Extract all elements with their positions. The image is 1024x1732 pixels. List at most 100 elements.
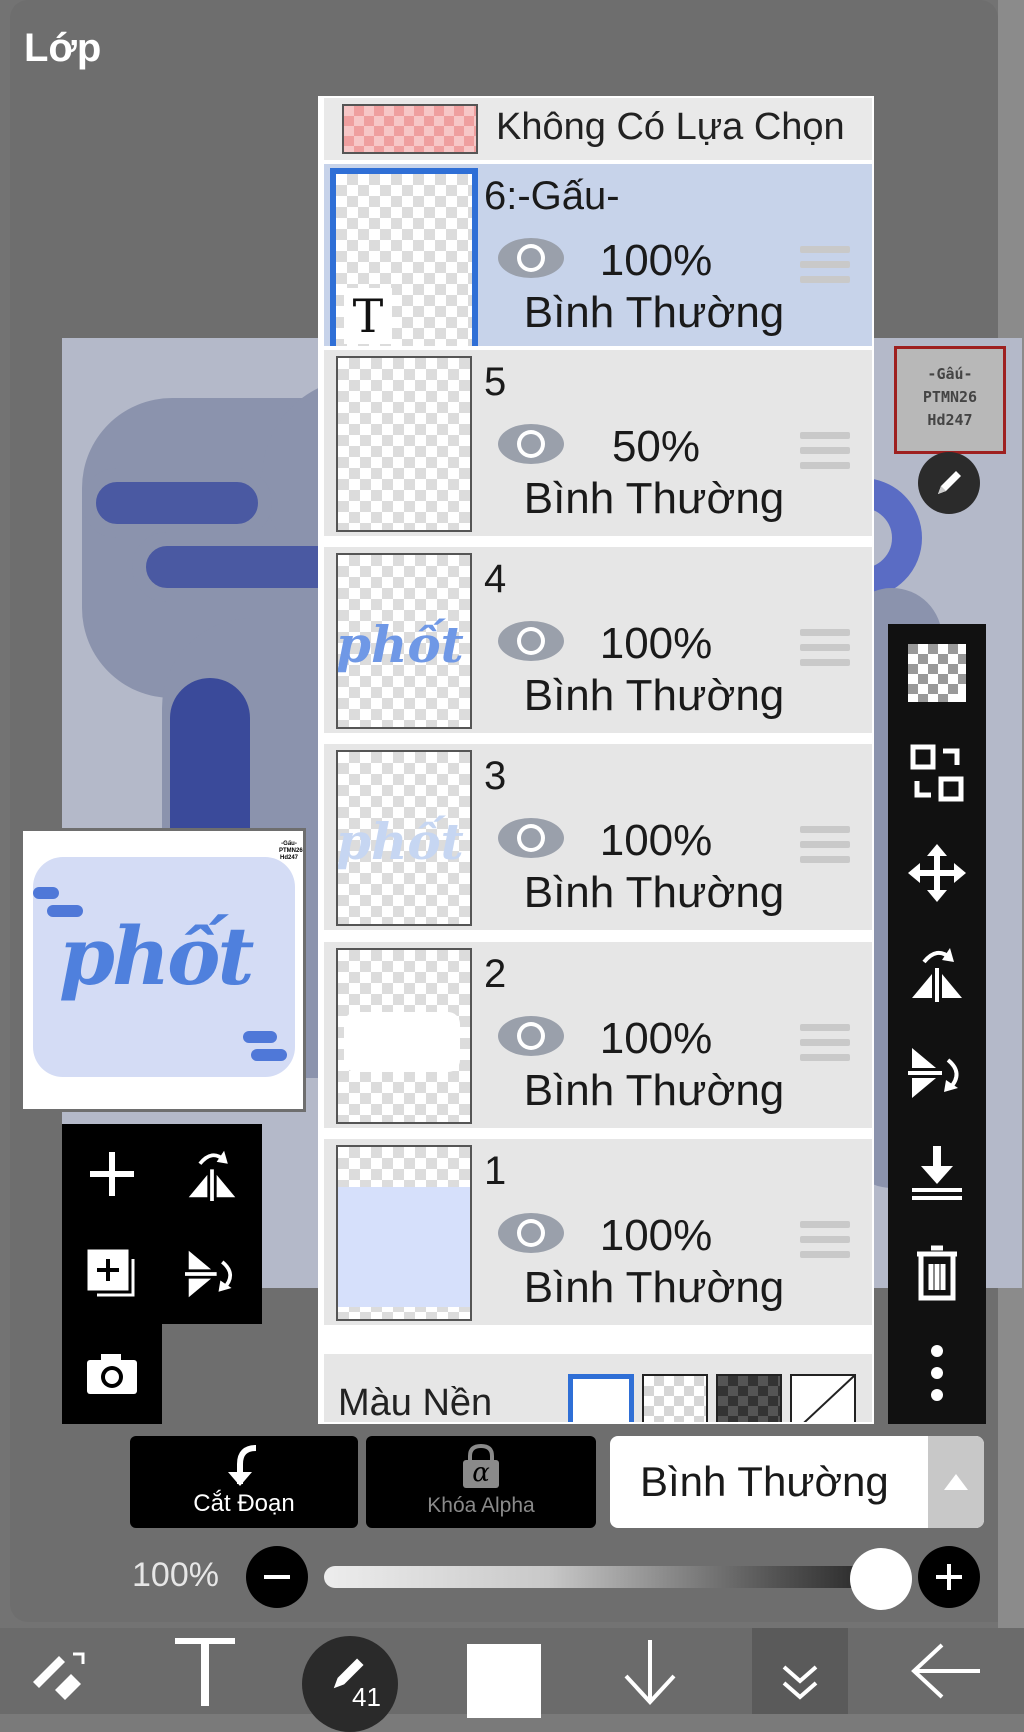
visibility-eye-icon[interactable] [496,1014,566,1058]
text-tool-icon [175,1638,235,1706]
layer-opacity: 100% [599,1211,713,1260]
layer-name: 1 [484,1149,507,1193]
background-white-swatch[interactable] [568,1374,634,1422]
background-none-swatch[interactable] [790,1374,856,1422]
watermark-stamp: -Gấu- PTMN26 Hd247 [894,346,1006,454]
more-vertical-icon [931,1345,943,1401]
canvas-preview[interactable]: phốt -Gấu- PTMN26 Hd247 [20,828,306,1112]
flip-vertical-icon [185,1250,233,1298]
selection-layer-row[interactable]: Không Có Lựa Chọn [324,98,872,160]
panel-title: Lớp [24,26,102,70]
bottom-app-bar: 41 [0,1628,1024,1732]
move-layer-button[interactable] [902,838,972,908]
background-transparent-swatch[interactable] [642,1374,708,1422]
layer-blend-mode: Bình Thường [523,671,785,720]
brush-eraser-icon [33,1652,85,1700]
alpha-symbol: α [472,1458,490,1488]
layer-blend-mode: Bình Thường [523,1066,785,1115]
layer-row[interactable]: T 6:-Gấu- 100% Bình Thường [324,160,872,354]
flip-canvas-horizontal-button[interactable] [172,1134,252,1214]
layer-thumbnail [336,356,472,532]
drag-handle-icon[interactable] [800,629,850,669]
flip-horizontal-icon [912,948,962,1002]
more-options-button[interactable] [902,1338,972,1408]
delete-layer-button[interactable] [902,1238,972,1308]
opacity-label: 100% [132,1556,219,1594]
flip-vertical-button[interactable] [902,1038,972,1108]
layer-down-button[interactable] [600,1628,700,1714]
preview-watermark: -Gấu- PTMN26 Hd247 [279,841,303,861]
edit-pen-button[interactable] [918,452,980,514]
layer-opacity: 50% [611,422,701,471]
clipping-button[interactable]: Cắt Đoạn [130,1436,358,1528]
artwork-dash [82,468,272,538]
drag-handle-icon[interactable] [800,246,850,286]
layer-menu-button[interactable] [752,1628,848,1714]
layer-blend-mode: Bình Thường [523,868,785,917]
opacity-slider-handle[interactable] [850,1548,912,1610]
arrow-left-icon [911,1643,980,1699]
layer-thumbnail [336,1145,472,1321]
stamp-line: PTMN26 [922,388,978,406]
visibility-eye-icon[interactable] [496,422,566,466]
layer-thumbnail [336,948,472,1124]
flip-canvas-vertical-button[interactable] [172,1234,252,1314]
layer-name: 3 [484,754,507,798]
camera-button[interactable] [72,1334,152,1414]
layer-row[interactable]: phốt 4 100% Bình Thường [324,543,872,733]
layer-row[interactable]: 1 100% Bình Thường [324,1135,872,1325]
camera-icon [87,1354,137,1394]
drag-handle-icon[interactable] [800,1024,850,1064]
background-label: Màu Nền [338,1382,493,1424]
preview-dash [243,1031,277,1043]
thumbnail-cloud-shape [344,1012,460,1072]
visibility-eye-icon[interactable] [496,816,566,860]
swap-layer-button[interactable] [902,738,972,808]
thumbnail-artwork-text: phốt [336,615,464,674]
layer-row[interactable]: 2 100% Bình Thường [324,938,872,1128]
layer-opacity: 100% [599,1014,713,1063]
opacity-slider[interactable] [324,1566,884,1588]
layer-name: 4 [484,557,507,601]
visibility-eye-icon[interactable] [496,236,566,280]
tool-switch-button[interactable] [10,1628,110,1714]
blend-mode-select[interactable]: Bình Thường [610,1436,984,1528]
drag-handle-icon[interactable] [800,432,850,472]
drag-handle-icon[interactable] [800,1221,850,1261]
text-tool-button[interactable] [150,1628,260,1714]
transparency-button[interactable] [902,638,972,708]
visibility-eye-icon[interactable] [496,1211,566,1255]
trash-icon [917,1245,957,1301]
stamp-line: Hd247 [927,411,973,429]
add-layer-special-button[interactable] [72,1234,152,1314]
opacity-decrease-button[interactable] [246,1546,308,1608]
layer-blend-mode: Bình Thường [523,1263,785,1312]
flip-horizontal-button[interactable] [902,938,972,1008]
layer-blend-mode: Bình Thường [523,288,785,337]
layer-row[interactable]: phốt 3 100% Bình Thường [324,740,872,930]
color-button[interactable] [454,1628,554,1718]
layer-row[interactable]: 5 50% Bình Thường [324,346,872,536]
plus-icon [936,1564,962,1590]
clipping-label: Cắt Đoạn [193,1490,295,1517]
drag-handle-icon[interactable] [800,826,850,866]
back-button[interactable] [890,1628,1000,1714]
layer-thumbnail: phốt [336,750,472,926]
merge-down-icon [912,1146,962,1200]
background-dark-swatch[interactable] [716,1374,782,1422]
app-root: Lớp -Gấu- PTMN26 Hd247 Không Có Lựa Chọn… [0,0,1024,1732]
layer-list: Không Có Lựa Chọn T 6:-Gấu- 100% Bình Th… [318,96,874,1424]
quick-tools-panel [62,1124,262,1324]
alpha-lock-label: Khóa Alpha [427,1494,535,1517]
merge-down-button[interactable] [902,1138,972,1208]
selection-thumbnail [342,104,478,154]
add-layer-button[interactable] [72,1134,152,1214]
visibility-eye-icon[interactable] [496,619,566,663]
alpha-lock-button[interactable]: α Khóa Alpha [366,1436,596,1528]
opacity-increase-button[interactable] [918,1546,980,1608]
layer-opacity: 100% [599,236,713,285]
minus-icon [264,1575,290,1579]
add-layer-icon [87,1249,135,1297]
brush-size-circle: 41 [302,1636,398,1732]
brush-size-button[interactable]: 41 [300,1628,400,1732]
